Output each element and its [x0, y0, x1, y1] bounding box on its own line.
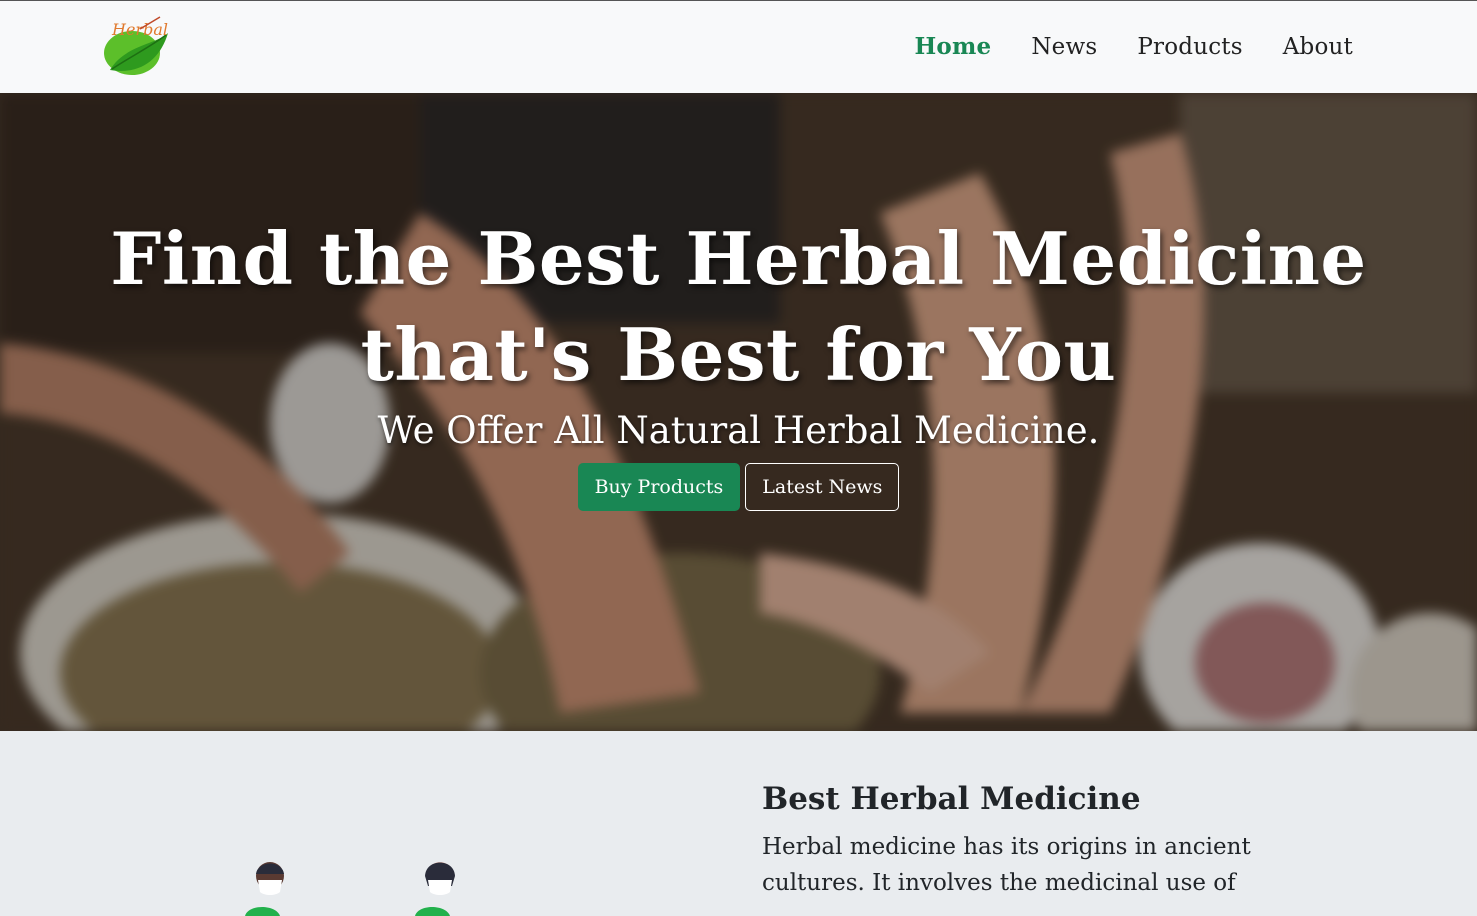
nav-home[interactable]: Home [914, 31, 991, 63]
hero-title-line2: that's Best for You [360, 312, 1117, 397]
nav-news[interactable]: News [1031, 31, 1097, 63]
navbar: Herbal Home News Products About [0, 1, 1477, 93]
about-title: Best Herbal Medicine [762, 781, 1141, 817]
hero-buttons: Buy Products Latest News [0, 463, 1477, 511]
brand-logo[interactable]: Herbal [100, 15, 172, 81]
leaf-icon: Herbal [104, 16, 168, 75]
main-nav: Home News Products About [874, 31, 1353, 63]
about-body: Herbal medicine has its origins in ancie… [762, 834, 1251, 896]
nav-products[interactable]: Products [1137, 31, 1242, 63]
about-text: Best Herbal Medicine Herbal medicine has… [762, 779, 1282, 901]
hero-subtitle: We Offer All Natural Herbal Medicine. [377, 409, 1100, 452]
hero-section: Find the Best Herbal Medicine that's Bes… [0, 93, 1477, 731]
hero-title: Find the Best Herbal Medicine that's Bes… [0, 211, 1477, 403]
buy-products-button[interactable]: Buy Products [577, 463, 741, 511]
hero-content: Find the Best Herbal Medicine that's Bes… [0, 211, 1477, 511]
svg-text:Herbal: Herbal [111, 20, 168, 39]
doctors-illustration [245, 862, 455, 916]
nav-about[interactable]: About [1283, 31, 1353, 63]
about-section: Best Herbal Medicine Herbal medicine has… [0, 731, 1477, 916]
latest-news-button[interactable]: Latest News [745, 463, 900, 511]
hero-title-line1: Find the Best Herbal Medicine [110, 216, 1367, 301]
